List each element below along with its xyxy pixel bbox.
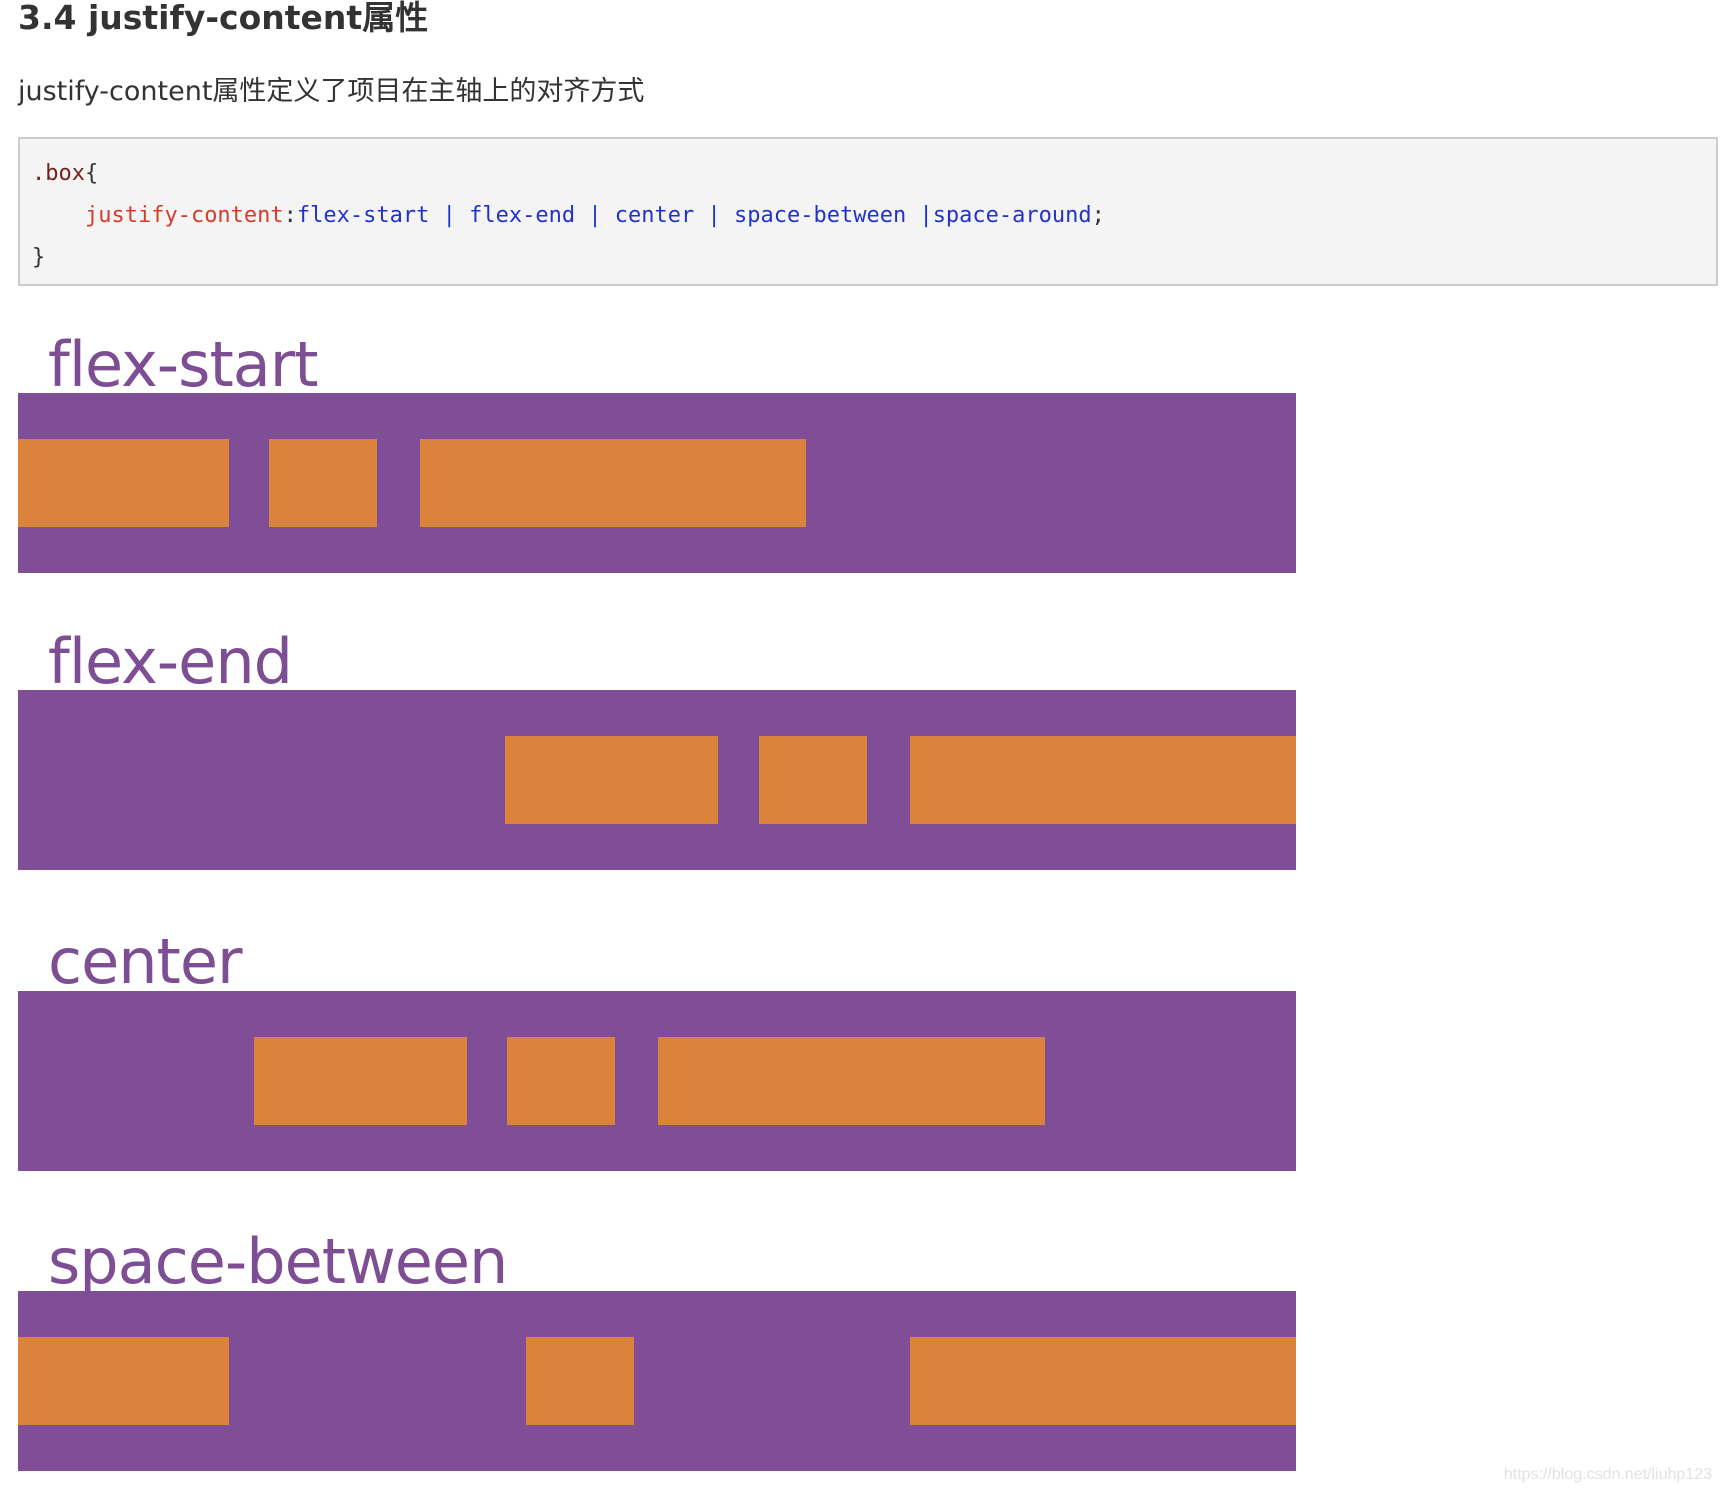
demo-flex-start-container bbox=[18, 393, 1296, 573]
code-line-2: justify-content:flex-start | flex-end | … bbox=[32, 195, 1704, 237]
demo-label-center: center bbox=[48, 925, 242, 998]
flex-item-2 bbox=[269, 439, 377, 527]
flex-item-1 bbox=[18, 1337, 229, 1425]
flex-item-3 bbox=[420, 439, 806, 527]
flex-item-2 bbox=[526, 1337, 634, 1425]
demo-flex-end-container bbox=[18, 690, 1296, 870]
demo-label-space-between: space-between bbox=[48, 1225, 508, 1298]
flex-item-3 bbox=[910, 1337, 1296, 1425]
demo-space-between-container bbox=[18, 1291, 1296, 1471]
description-paragraph: justify-content属性定义了项目在主轴上的对齐方式 bbox=[18, 76, 645, 107]
code-property: justify-content bbox=[84, 203, 284, 228]
article-page: 3.4 justify-content属性 justify-content属性定… bbox=[0, 0, 1720, 1490]
code-close-brace: } bbox=[32, 245, 46, 270]
code-semicolon: ; bbox=[1091, 203, 1105, 228]
code-block: .box{ justify-content:flex-start | flex-… bbox=[18, 137, 1718, 286]
code-line-3: } bbox=[32, 237, 1704, 279]
demo-label-flex-end: flex-end bbox=[48, 625, 293, 698]
demo-center-container bbox=[18, 991, 1296, 1171]
flex-item-3 bbox=[658, 1037, 1045, 1125]
flex-item-2 bbox=[759, 736, 867, 824]
flex-item-1 bbox=[18, 439, 229, 527]
watermark: https://blog.csdn.net/liuhp123 bbox=[1503, 1466, 1712, 1483]
flex-item-1 bbox=[254, 1037, 467, 1125]
section-heading: 3.4 justify-content属性 bbox=[18, 0, 429, 37]
flex-item-2 bbox=[507, 1037, 615, 1125]
demo-label-flex-start: flex-start bbox=[48, 328, 319, 401]
code-value: flex-start | flex-end | center | space-b… bbox=[296, 203, 1092, 228]
flex-item-3 bbox=[910, 736, 1296, 824]
code-selector: .box bbox=[32, 161, 85, 186]
code-open-brace: { bbox=[84, 161, 99, 186]
code-line-1: .box{ bbox=[32, 153, 1704, 195]
flex-item-1 bbox=[505, 736, 718, 824]
code-colon: : bbox=[283, 203, 297, 228]
